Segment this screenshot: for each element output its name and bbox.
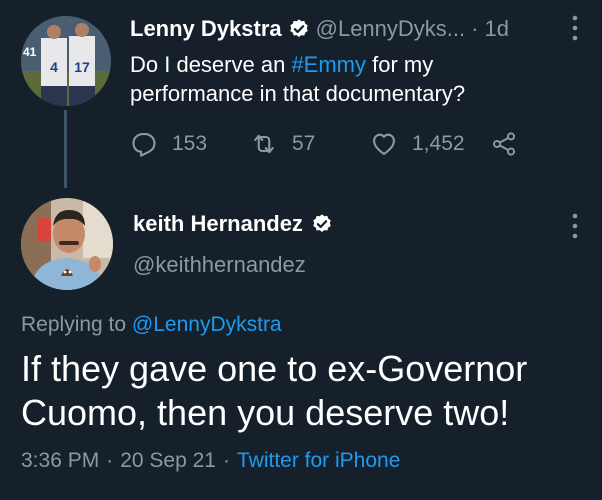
jerseys-photo: 4 17 41	[21, 16, 111, 106]
verified-badge-icon	[313, 214, 331, 232]
hashtag-link[interactable]: #Emmy	[291, 52, 366, 77]
tweet2-author-name[interactable]: keith Hernandez	[133, 211, 303, 237]
verified-badge-icon	[289, 19, 308, 37]
like-button[interactable]: 1,452	[370, 130, 465, 158]
replying-handle-link[interactable]: @LennyDykstra	[132, 313, 282, 336]
tweet1-author-name[interactable]: Lenny Dykstra	[130, 16, 282, 42]
tweet2-meta: 3:36 PM · 20 Sep 21 · Twitter for iPhone	[21, 449, 400, 473]
tweet2-text: If they gave one to ex-Governor Cuomo, t…	[21, 347, 591, 435]
svg-text:17: 17	[74, 59, 90, 75]
tweet2-author: keith Hernandez	[133, 211, 333, 237]
tweet2-more-icon[interactable]	[569, 212, 581, 240]
tweet2-author-handle[interactable]: @keithhernandez	[133, 252, 306, 278]
replying-to: Replying to @LennyDykstra	[21, 313, 282, 337]
reply-count: 153	[172, 132, 208, 155]
thread-line	[64, 110, 67, 188]
svg-text:41: 41	[23, 45, 37, 59]
reply-button[interactable]: 153	[130, 130, 207, 158]
share-button[interactable]	[490, 130, 518, 163]
svg-text:4: 4	[50, 59, 58, 75]
tweet1-text-pre: Do I deserve an	[130, 52, 292, 77]
share-icon	[492, 132, 516, 156]
tweet1-age[interactable]: 1d	[484, 16, 508, 42]
tweet1-header: Lenny Dykstra @LennyDyks... · 1d	[130, 16, 509, 42]
tweet1-author-handle[interactable]: @LennyDyks...	[316, 16, 466, 42]
selfie-photo	[21, 198, 113, 290]
meta-dot-2: ·	[222, 449, 230, 472]
retweet-count: 57	[292, 132, 316, 155]
tweet2-source-link[interactable]: Twitter for iPhone	[237, 449, 400, 473]
tweet2-time[interactable]: 3:36 PM	[21, 449, 99, 473]
reply-icon	[132, 133, 156, 157]
tweet2-text-line2: Cuomo, then you deserve two!	[21, 392, 510, 433]
tweet1-more-icon[interactable]	[569, 14, 581, 42]
retweet-button[interactable]: 57	[250, 130, 315, 158]
tweet2-date[interactable]: 20 Sep 21	[120, 449, 216, 473]
tweet2-text-line1: If they gave one to ex-Governor	[21, 348, 528, 389]
like-icon	[373, 133, 395, 155]
like-count: 1,452	[412, 132, 465, 155]
replying-prefix: Replying to	[21, 313, 132, 336]
tweet1-text-post1: for my	[366, 52, 434, 77]
tweet1-text: Do I deserve an #Emmy for my performance…	[130, 50, 590, 108]
meta-dot-1: ·	[106, 449, 114, 472]
lenny-avatar[interactable]: 4 17 41	[21, 16, 111, 106]
retweet-icon	[254, 134, 274, 154]
keith-avatar[interactable]	[21, 198, 113, 290]
tweet1-text-post2: performance in that documentary?	[130, 81, 466, 106]
tweet1-separator: ·	[471, 16, 479, 41]
